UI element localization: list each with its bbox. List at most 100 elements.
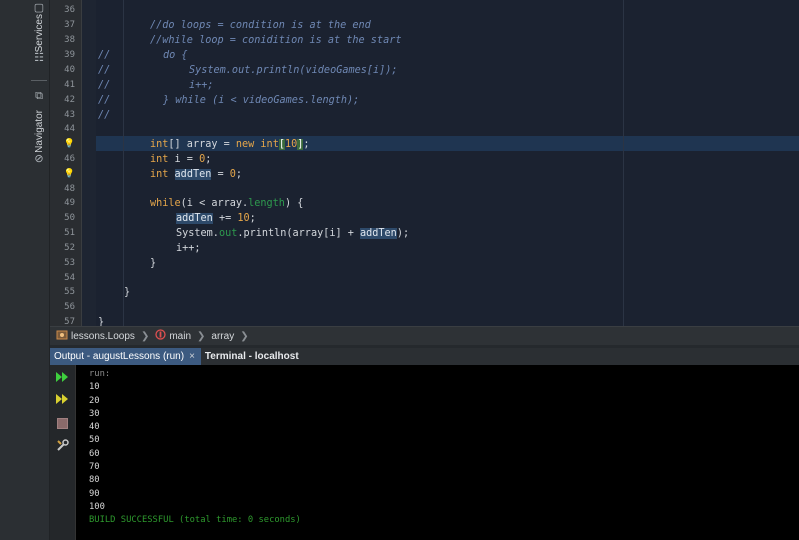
field-token: length bbox=[248, 198, 285, 209]
line-number: 55 bbox=[64, 287, 75, 297]
console-line: 90 bbox=[89, 488, 100, 499]
tab-output[interactable]: Output - augustLessons (run) × bbox=[50, 348, 201, 365]
code-line-46: int i = 0; bbox=[150, 152, 211, 167]
code-line-40-prefix: // bbox=[98, 65, 111, 76]
breadcrumb-method-label: main bbox=[169, 330, 192, 342]
services-top-icon: ▢ bbox=[33, 2, 45, 14]
breadcrumb-variable[interactable]: array ❯ bbox=[205, 327, 248, 346]
settings-tools-icon[interactable] bbox=[54, 438, 70, 452]
code-line-41: i++; bbox=[189, 80, 214, 91]
chevron-right-icon: ❯ bbox=[140, 330, 150, 342]
line-number: 57 bbox=[64, 317, 75, 326]
console-line: 20 bbox=[89, 395, 100, 406]
lightbulb-hint-icon[interactable]: 💡 bbox=[50, 137, 75, 152]
breadcrumb: lessons.Loops ❯ main ❯ array ❯ bbox=[50, 326, 799, 345]
line-number: 37 bbox=[64, 20, 75, 30]
field-token: out bbox=[218, 228, 238, 239]
highlighted-variable: addTen bbox=[360, 228, 397, 239]
code-token: System. bbox=[176, 228, 219, 239]
highlighted-variable: addTen bbox=[176, 213, 213, 224]
console-line: 50 bbox=[89, 435, 100, 446]
code-token: [] array = bbox=[168, 139, 236, 150]
build-status-line: BUILD SUCCESSFUL (total time: 0 seconds) bbox=[89, 515, 301, 526]
line-number: 56 bbox=[64, 302, 75, 312]
code-token: ; bbox=[235, 169, 243, 180]
console-run-line: run: bbox=[89, 369, 111, 379]
console-line: 40 bbox=[89, 422, 100, 433]
code-token: += bbox=[212, 213, 238, 224]
line-number: 49 bbox=[64, 198, 75, 208]
highlighted-variable: addTen bbox=[174, 169, 212, 180]
rerun-icon[interactable] bbox=[54, 370, 70, 384]
line-number: 40 bbox=[64, 65, 75, 75]
line-number: 46 bbox=[64, 154, 75, 164]
line-number: 39 bbox=[64, 50, 75, 60]
services-tab[interactable]: ▢ Services ☷ bbox=[30, 2, 48, 64]
right-margin-line bbox=[623, 0, 624, 326]
services-tab-label: Services bbox=[33, 14, 45, 53]
navigator-top-icon: ⧉ bbox=[35, 90, 43, 102]
code-token: ); bbox=[396, 228, 410, 239]
output-panel[interactable]: run: 10 20 30 40 50 60 70 80 90 100 BUILD SUCCESSFU… bbox=[50, 365, 799, 540]
output-tab-bar: Output - augustLessons (run) × Terminal … bbox=[50, 348, 799, 365]
console-line: 80 bbox=[89, 475, 100, 486]
line-number: 42 bbox=[64, 95, 75, 105]
console-line: 60 bbox=[89, 448, 100, 459]
code-line-45: int[] array = new int[10]; bbox=[150, 137, 310, 152]
keyword-token: new bbox=[235, 139, 255, 150]
method-icon bbox=[155, 329, 166, 343]
code-line-55: } bbox=[124, 287, 131, 298]
code-line-37: //do loops = condition is at the end bbox=[150, 20, 371, 31]
number-token: 10 bbox=[284, 139, 298, 150]
stop-icon[interactable] bbox=[54, 416, 70, 430]
code-line-42: } while (i < videoGames.length); bbox=[163, 95, 360, 106]
code-line-38: //while loop = conidition is at the star… bbox=[150, 35, 402, 46]
navigator-tab[interactable]: ⧉ Navigator ⊘ bbox=[30, 90, 48, 165]
line-number: 50 bbox=[64, 213, 75, 223]
line-number: 54 bbox=[64, 273, 75, 283]
code-token: ; bbox=[303, 139, 310, 150]
breadcrumb-method[interactable]: main ❯ bbox=[149, 327, 205, 346]
side-tool-strip: ▢ Services ☷ ⧉ Navigator ⊘ bbox=[0, 0, 50, 540]
output-toolbar bbox=[50, 365, 76, 540]
line-number: 53 bbox=[64, 258, 75, 268]
code-line-53: } bbox=[150, 258, 157, 269]
line-number: 48 bbox=[64, 184, 75, 194]
breadcrumb-variable-label: array bbox=[211, 330, 235, 342]
tab-output-label: Output - augustLessons (run) bbox=[54, 351, 185, 362]
chevron-right-icon: ❯ bbox=[197, 330, 206, 342]
rerun-with-options-icon[interactable] bbox=[54, 392, 70, 406]
code-line-41-prefix: // bbox=[98, 80, 111, 91]
number-token: 10 bbox=[237, 213, 250, 224]
code-line-57: } bbox=[98, 317, 105, 326]
line-number: 43 bbox=[64, 110, 75, 120]
console-line: 10 bbox=[89, 382, 100, 393]
code-line-39-prefix: // bbox=[98, 50, 111, 61]
tab-terminal[interactable]: Terminal - localhost bbox=[201, 348, 305, 365]
code-token: ; bbox=[249, 213, 256, 224]
breadcrumb-class[interactable]: lessons.Loops ❯ bbox=[50, 327, 149, 346]
keyword-token: int bbox=[150, 169, 169, 180]
code-token: i = bbox=[168, 154, 200, 165]
console-line: 70 bbox=[89, 462, 100, 473]
breadcrumb-class-label: lessons.Loops bbox=[71, 330, 135, 342]
keyword-token: while bbox=[150, 198, 181, 209]
console-line: 100 bbox=[89, 501, 105, 512]
code-editor[interactable]: 36 37 38 39 40 41 42 43 44 💡 46 💡 48 49 … bbox=[50, 0, 799, 326]
indent-guide bbox=[123, 0, 124, 326]
line-number: 38 bbox=[64, 35, 75, 45]
code-line-49: while(i < array.length) { bbox=[150, 196, 303, 211]
close-icon[interactable]: × bbox=[189, 348, 195, 365]
navigator-tab-label: Navigator bbox=[33, 110, 45, 153]
code-line-40: System.out.println(videoGames[i]); bbox=[189, 65, 398, 76]
code-line-43: // bbox=[98, 110, 111, 121]
code-line-52: i++; bbox=[176, 243, 201, 254]
code-token: = bbox=[211, 169, 230, 180]
lightbulb-hint-icon[interactable]: 💡 bbox=[50, 167, 75, 182]
keyword-token: int bbox=[150, 154, 169, 165]
console-output: run: 10 20 30 40 50 60 70 80 90 100 BUILD SUCCESSFU… bbox=[89, 368, 301, 528]
code-line-50: addTen += 10; bbox=[176, 211, 256, 226]
chevron-right-icon: ❯ bbox=[240, 330, 249, 342]
code-line-47: int addTen = 0; bbox=[150, 167, 242, 182]
